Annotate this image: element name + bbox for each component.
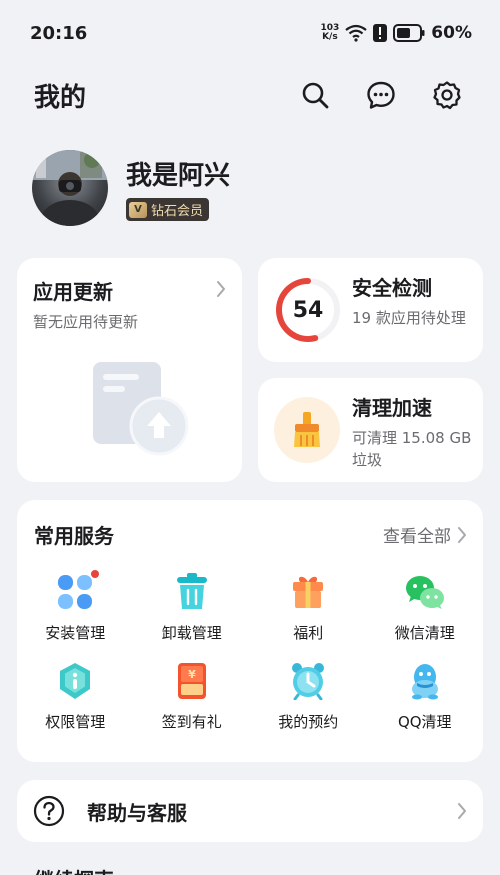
common-services-card: 常用服务 查看全部 安装管理 卸载管理 福利 微信清理 权限管理 ¥ 签到有礼 … <box>17 500 483 762</box>
no-update-illustration-icon <box>91 360 191 460</box>
vip-badge[interactable]: V 钻石会员 <box>126 198 210 221</box>
service-gift[interactable]: 福利 <box>250 572 367 643</box>
broom-icon <box>274 397 340 463</box>
page-header: 我的 <box>0 70 500 120</box>
security-check-card[interactable]: 54 安全检测 19 款应用待处理 <box>258 258 483 362</box>
checkin-gift-icon: ¥ <box>172 661 212 701</box>
notification-dot <box>91 570 100 578</box>
app-update-card[interactable]: 应用更新 暂无应用待更新 <box>17 258 242 482</box>
chevron-right-icon <box>216 280 226 302</box>
service-label: 安装管理 <box>45 624 106 642</box>
service-uninstall-manage[interactable]: 卸载管理 <box>134 572 251 643</box>
clean-accelerate-card[interactable]: 清理加速 可清理 15.08 GB 垃圾 <box>258 378 483 482</box>
app-update-title: 应用更新 <box>33 280 113 304</box>
user-name: 我是阿兴 <box>126 161 231 191</box>
profile-section[interactable]: 我是阿兴 V 钻石会员 <box>32 148 230 228</box>
message-icon[interactable] <box>362 76 400 114</box>
question-circle-icon <box>33 795 65 827</box>
avatar[interactable] <box>32 150 108 226</box>
services-title: 常用服务 <box>34 524 114 548</box>
wechat-clean-icon <box>405 572 445 612</box>
security-score: 54 <box>292 297 324 323</box>
gear-icon[interactable] <box>428 76 466 114</box>
network-speed-unit: K/s <box>322 32 338 42</box>
gift-icon <box>288 572 328 612</box>
status-indicators: 103 K/s 60% <box>321 23 473 43</box>
service-wechat-clean[interactable]: 微信清理 <box>367 572 484 643</box>
service-label: 签到有礼 <box>161 713 222 731</box>
battery-icon <box>393 24 425 42</box>
security-check-title: 安全检测 <box>352 276 432 300</box>
chevron-right-icon <box>457 802 467 820</box>
alarm-clock-icon <box>288 661 328 701</box>
vip-logo-icon: V <box>129 201 147 218</box>
service-label: 我的预约 <box>278 713 339 731</box>
clean-accelerate-subtitle: 可清理 15.08 GB 垃圾 <box>352 429 472 469</box>
clean-accelerate-title: 清理加速 <box>352 396 432 420</box>
wifi-icon <box>345 24 367 42</box>
battery-percent: 60% <box>431 23 472 43</box>
service-label: QQ清理 <box>397 713 452 731</box>
alert-icon <box>373 24 388 42</box>
qq-clean-icon <box>405 661 445 701</box>
install-manage-icon <box>55 570 100 612</box>
network-speed: 103 K/s <box>321 24 340 42</box>
app-update-subtitle: 暂无应用待更新 <box>33 313 139 331</box>
status-bar: 20:16 103 K/s 60% <box>0 0 500 66</box>
chevron-right-icon <box>458 526 466 543</box>
view-all-label: 查看全部 <box>383 527 451 547</box>
section-title-cutoff: 继续探索 <box>34 866 114 875</box>
service-label: 卸载管理 <box>161 624 222 642</box>
service-install-manage[interactable]: 安装管理 <box>17 570 134 643</box>
service-label: 权限管理 <box>45 713 106 731</box>
service-label: 微信清理 <box>394 624 455 642</box>
help-service-label: 帮助与客服 <box>87 800 187 825</box>
view-all-link[interactable]: 查看全部 <box>383 522 467 547</box>
svg-text:¥: ¥ <box>188 668 196 681</box>
page-title: 我的 <box>34 82 87 113</box>
service-label: 福利 <box>293 624 324 642</box>
trash-icon <box>172 572 212 612</box>
service-permission-manage[interactable]: 权限管理 <box>17 661 134 732</box>
security-score-gauge: 54 <box>274 276 342 344</box>
service-checkin-gift[interactable]: ¥ 签到有礼 <box>134 661 251 732</box>
service-my-reservation[interactable]: 我的预约 <box>250 661 367 732</box>
vip-badge-label: 钻石会员 <box>151 204 204 219</box>
search-icon[interactable] <box>296 76 334 114</box>
security-check-subtitle: 19 款应用待处理 <box>352 309 466 327</box>
service-qq-clean[interactable]: QQ清理 <box>367 661 484 732</box>
help-service-row[interactable]: 帮助与客服 <box>17 780 483 842</box>
permission-manage-icon <box>55 661 95 701</box>
status-time: 20:16 <box>30 22 88 44</box>
